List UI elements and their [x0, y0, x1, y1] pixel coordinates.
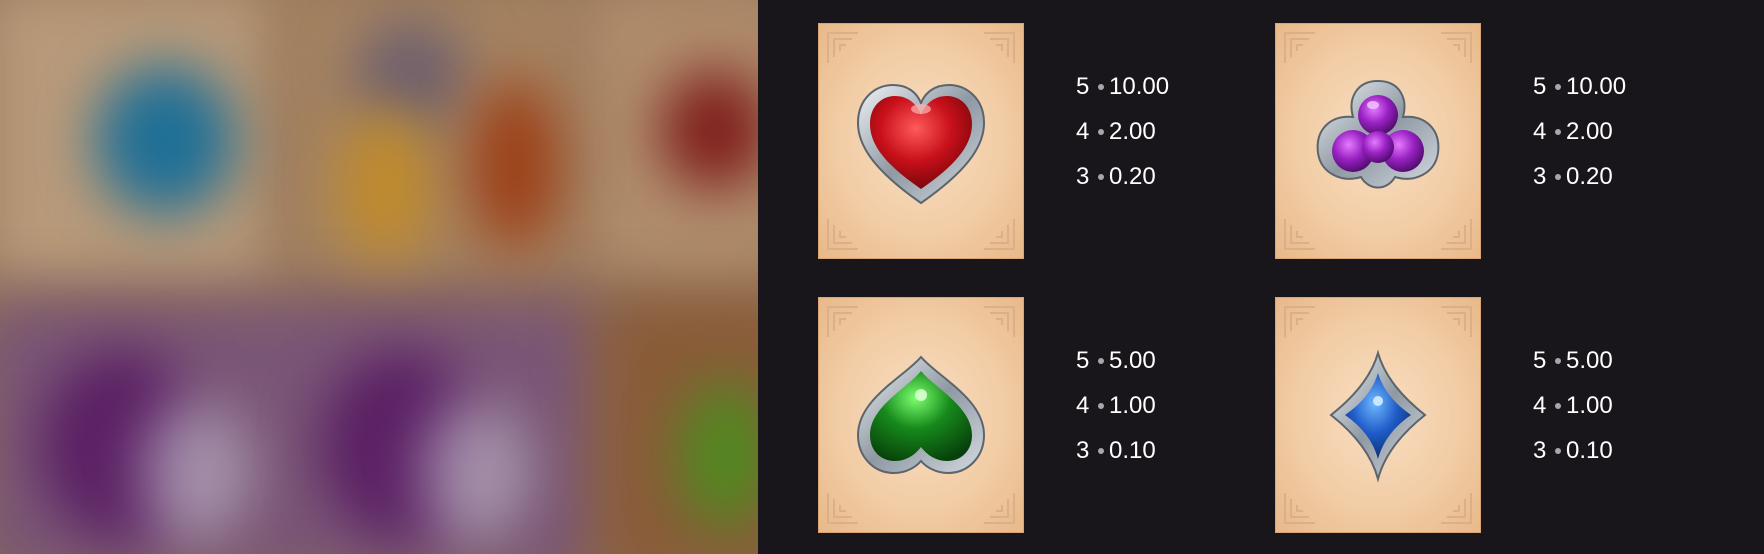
payout-value: 10.00: [1109, 73, 1170, 100]
payout-value: 0.20: [1109, 163, 1156, 190]
match-count: 3: [1533, 163, 1547, 190]
separator-dot: [1098, 83, 1104, 90]
payout-value: 10.00: [1566, 73, 1627, 100]
payout-value: 2.00: [1109, 118, 1156, 145]
pay-row: 5 10.00: [1533, 64, 1626, 109]
payout-value: 1.00: [1109, 392, 1156, 419]
payout-value: 1.00: [1566, 392, 1613, 419]
paytable-values-club: 5 10.00 4 2.00 3 0.20: [1533, 64, 1626, 199]
pay-row: 3 0.10: [1533, 428, 1613, 473]
paytable-values-spade: 5 5.00 4 1.00 3 0.10: [1076, 338, 1156, 473]
match-count: 4: [1076, 392, 1090, 419]
symbol-card-heart: [818, 23, 1024, 259]
diamond-gem-icon: [1329, 349, 1427, 483]
separator-dot: [1555, 83, 1561, 90]
payout-value: 0.20: [1566, 163, 1613, 190]
match-count: 5: [1533, 73, 1547, 100]
symbol-card-diamond: [1275, 297, 1481, 533]
match-count: 4: [1533, 392, 1547, 419]
symbol-card-spade: [818, 297, 1024, 533]
pay-row: 4 1.00: [1533, 383, 1613, 428]
separator-dot: [1098, 402, 1104, 409]
separator-dot: [1098, 357, 1104, 364]
match-count: 5: [1076, 73, 1090, 100]
pay-row: 3 0.20: [1076, 154, 1169, 199]
heart-gem-icon: [856, 83, 986, 205]
match-count: 5: [1533, 347, 1547, 374]
separator-dot: [1555, 173, 1561, 180]
payout-value: 5.00: [1109, 347, 1156, 374]
payout-value: 0.10: [1566, 437, 1613, 464]
separator-dot: [1098, 128, 1104, 135]
blurred-game-background: [0, 0, 758, 554]
payout-value: 5.00: [1566, 347, 1613, 374]
match-count: 4: [1076, 118, 1090, 145]
paytable-values-heart: 5 10.00 4 2.00 3 0.20: [1076, 64, 1169, 199]
club-gem-icon: [1316, 79, 1440, 189]
pay-row: 4 2.00: [1533, 109, 1626, 154]
pay-row: 3 0.20: [1533, 154, 1626, 199]
symbol-card-club: [1275, 23, 1481, 259]
separator-dot: [1555, 357, 1561, 364]
spade-gem-icon: [856, 355, 986, 475]
match-count: 3: [1076, 437, 1090, 464]
match-count: 3: [1533, 437, 1547, 464]
separator-dot: [1555, 447, 1561, 454]
separator-dot: [1555, 402, 1561, 409]
match-count: 4: [1533, 118, 1547, 145]
pay-row: 3 0.10: [1076, 428, 1156, 473]
pay-row: 5 10.00: [1076, 64, 1169, 109]
pay-row: 5 5.00: [1533, 338, 1613, 383]
pay-row: 4 2.00: [1076, 109, 1169, 154]
separator-dot: [1555, 128, 1561, 135]
paytable-values-diamond: 5 5.00 4 1.00 3 0.10: [1533, 338, 1613, 473]
pay-row: 4 1.00: [1076, 383, 1156, 428]
separator-dot: [1098, 173, 1104, 180]
match-count: 3: [1076, 163, 1090, 190]
payout-value: 2.00: [1566, 118, 1613, 145]
separator-dot: [1098, 447, 1104, 454]
pay-row: 5 5.00: [1076, 338, 1156, 383]
match-count: 5: [1076, 347, 1090, 374]
payout-value: 0.10: [1109, 437, 1156, 464]
paytable-panel: 5 10.00 4 2.00 3 0.20 5 10.00 4 2.00 3 0…: [758, 0, 1764, 554]
